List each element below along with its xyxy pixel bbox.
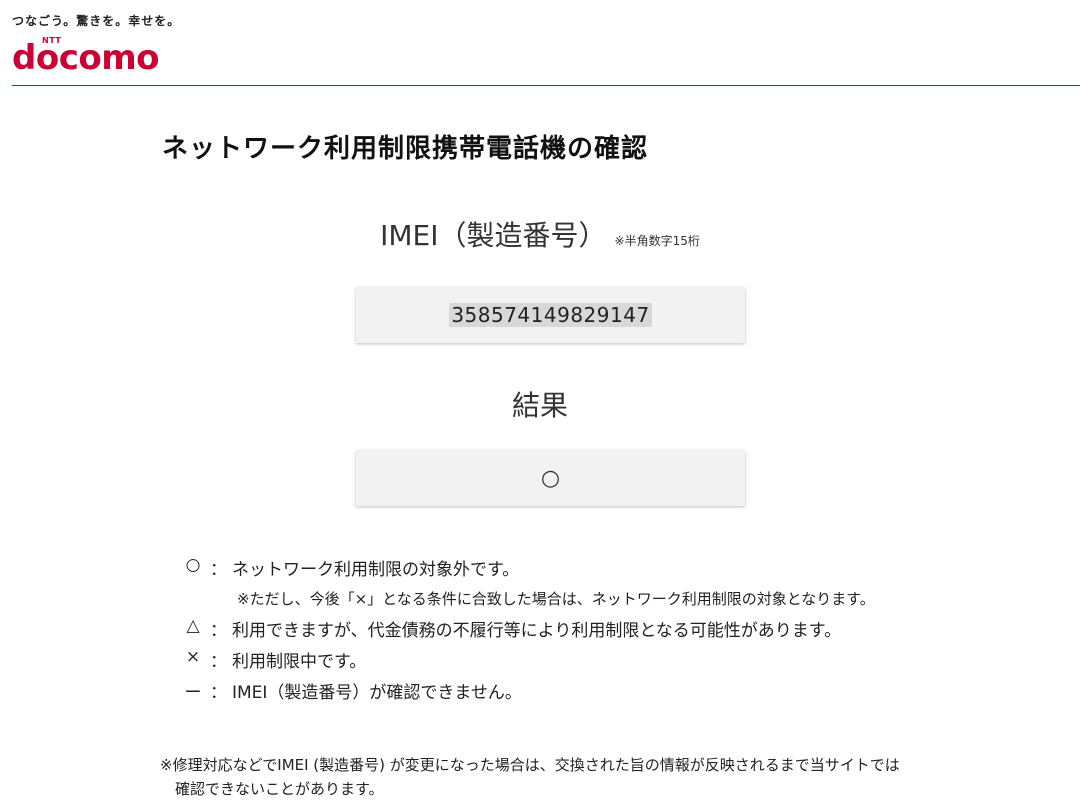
legend-row-ok: ○ ： ネットワーク利用制限の対象外です。 <box>180 555 980 586</box>
legend-text: 利用制限中です。 <box>232 652 367 672</box>
circle-icon: ○ <box>185 555 201 575</box>
result-heading: 結果 <box>511 389 568 422</box>
imei-heading-label: IMEI（製造番号） <box>380 219 607 252</box>
legend-sub-note: ※ただし、今後「×」となる条件に合致した場合は、ネットワーク利用制限の対象となり… <box>180 586 980 616</box>
tagline: つなごう。驚きを。幸せを。 <box>12 14 181 28</box>
result-value: ○ <box>540 465 561 491</box>
header: つなごう。驚きを。幸せを。 NTT docomo <box>0 0 1080 87</box>
legend-colon: ： <box>210 683 227 703</box>
cross-icon: × <box>185 647 201 667</box>
footnote: ※修理対応などでIMEI (製造番号) が変更になった場合は、交換された旨の情報… <box>160 753 1020 801</box>
page-title: ネットワーク利用制限携帯電話機の確認 <box>162 134 649 164</box>
legend-colon: ： <box>210 652 227 672</box>
legend-row-warning: △ ： 利用できますが、代金債務の不履行等により利用制限となる可能性があります。 <box>180 616 980 647</box>
legend-colon: ： <box>210 621 227 641</box>
dash-icon: ー <box>184 683 202 703</box>
result-box: ○ <box>356 450 745 506</box>
legend: ○ ： ネットワーク利用制限の対象外です。 ※ただし、今後「×」となる条件に合致… <box>180 555 980 709</box>
legend-text: IMEI（製造番号）が確認できません。 <box>232 683 522 703</box>
legend-text: 利用できますが、代金債務の不履行等により利用制限となる可能性があります。 <box>232 621 842 641</box>
triangle-icon: △ <box>186 616 200 636</box>
footnote-line-2: 確認できないことがあります。 <box>175 780 384 798</box>
imei-input-box[interactable]: 358574149829147 <box>356 287 745 343</box>
docomo-logo[interactable]: NTT docomo <box>12 36 182 78</box>
imei-value[interactable]: 358574149829147 <box>449 303 652 327</box>
legend-colon: ： <box>210 560 227 580</box>
logo-wordmark: docomo <box>12 38 160 78</box>
header-divider <box>12 85 1080 86</box>
legend-text: ネットワーク利用制限の対象外です。 <box>232 560 520 580</box>
legend-sub-text: ※ただし、今後「×」となる条件に合致した場合は、ネットワーク利用制限の対象となり… <box>237 590 875 608</box>
legend-row-unknown: ー ： IMEI（製造番号）が確認できません。 <box>180 678 980 709</box>
legend-row-restricted: × ： 利用制限中です。 <box>180 647 980 678</box>
imei-heading: IMEI（製造番号） ※半角数字15桁 <box>0 214 1080 254</box>
imei-heading-note: ※半角数字15桁 <box>614 234 700 248</box>
footnote-line-1: ※修理対応などでIMEI (製造番号) が変更になった場合は、交換された旨の情報… <box>160 756 900 774</box>
